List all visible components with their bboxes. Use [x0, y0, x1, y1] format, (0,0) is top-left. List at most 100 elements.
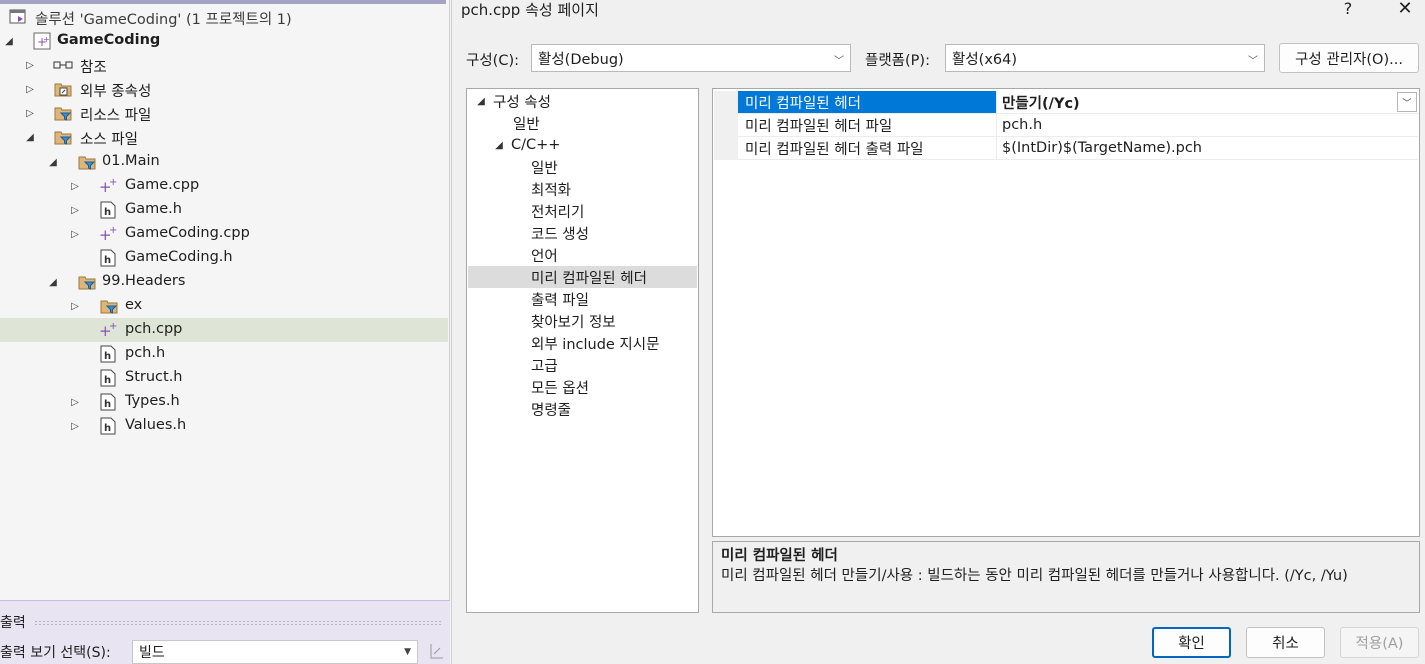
platform-label: 플랫폼(P):: [865, 53, 930, 69]
nav-item-cpp[interactable]: ◢ C/C++: [468, 134, 697, 156]
platform-value: 활성(x64): [952, 51, 1018, 68]
expand-arrow-icon[interactable]: ▷: [24, 77, 36, 101]
nav-item-language[interactable]: 언어: [468, 244, 697, 266]
collapse-arrow-icon[interactable]: ◢: [24, 125, 36, 149]
nav-item-configuration-properties[interactable]: ◢ 구성 속성: [468, 90, 697, 112]
chevron-down-icon: ﹀: [834, 56, 844, 67]
tree-item-file[interactable]: ▷ h Values.h: [0, 414, 448, 438]
tree-item-file[interactable]: h GameCoding.h: [0, 246, 448, 270]
nav-item-code-generation[interactable]: 코드 생성: [468, 222, 697, 244]
description-text: 미리 컴파일된 헤더 만들기/사용 : 빌드하는 동안 미리 컴파일된 헤더를 …: [721, 568, 1348, 584]
property-name[interactable]: 미리 컴파일된 헤더 파일: [738, 114, 996, 136]
nav-item-advanced[interactable]: 고급: [468, 354, 697, 376]
nav-item-all-options[interactable]: 모든 옵션: [468, 376, 697, 398]
nav-item-output-files[interactable]: 출력 파일: [468, 288, 697, 310]
filter-folder-icon: [54, 128, 72, 146]
collapse-arrow-icon[interactable]: ◢: [3, 29, 15, 53]
property-row-precompiled-header[interactable]: 미리 컴파일된 헤더 만들기(/Yc) ﹀: [714, 91, 1418, 114]
expand-arrow-icon[interactable]: ▷: [69, 174, 81, 198]
nav-item-label: 일반: [513, 116, 540, 133]
tree-item-file[interactable]: h Struct.h: [0, 366, 448, 390]
property-value[interactable]: 만들기(/Yc): [996, 91, 1416, 113]
property-name[interactable]: 미리 컴파일된 헤더 출력 파일: [738, 137, 996, 159]
tree-item-resource-files[interactable]: ▷ 리소스 파일: [0, 101, 448, 125]
apply-button[interactable]: 적용(A): [1340, 627, 1419, 658]
header-file-icon: h: [100, 201, 118, 219]
collapse-arrow-icon[interactable]: ◢: [493, 140, 505, 151]
expand-arrow-icon[interactable]: ▷: [24, 53, 36, 77]
tree-item-label: pch.cpp: [125, 321, 183, 337]
output-source-label: 출력 보기 선택(S):: [0, 645, 111, 661]
tree-item-folder-headers[interactable]: ◢ 99.Headers: [0, 270, 448, 294]
tree-item-file[interactable]: ▷ h Types.h: [0, 390, 448, 414]
ok-button[interactable]: 확인: [1152, 627, 1231, 658]
property-name[interactable]: 미리 컴파일된 헤더: [738, 91, 996, 113]
property-row-precompiled-header-file[interactable]: 미리 컴파일된 헤더 파일 pch.h: [714, 114, 1418, 137]
property-value[interactable]: $(IntDir)$(TargetName).pch: [996, 137, 1416, 159]
expand-arrow-icon[interactable]: ▷: [69, 390, 81, 414]
nav-item-general[interactable]: 일반: [468, 112, 697, 134]
help-button[interactable]: ?: [1339, 0, 1357, 18]
tree-item-file[interactable]: ▷ + + Game.cpp: [0, 174, 448, 198]
nav-item-label: 전처리기: [531, 204, 585, 221]
panel-top-border: [0, 0, 446, 4]
expand-arrow-icon[interactable]: ▷: [69, 198, 81, 222]
filter-folder-icon: [78, 153, 96, 171]
row-gutter: [714, 91, 738, 114]
expand-arrow-icon[interactable]: ▷: [69, 414, 81, 438]
tree-item-label: 참조: [80, 60, 107, 76]
nav-item-optimization[interactable]: 최적화: [468, 178, 697, 200]
nav-item-precompiled-headers[interactable]: 미리 컴파일된 헤더: [468, 266, 697, 288]
tree-item-folder-main[interactable]: ◢ 01.Main: [0, 150, 448, 174]
platform-select[interactable]: 활성(x64) ﹀: [945, 44, 1265, 72]
header-file-icon: h: [100, 393, 118, 411]
property-value[interactable]: pch.h: [996, 114, 1416, 136]
configuration-manager-button[interactable]: 구성 관리자(O)...: [1279, 43, 1419, 73]
collapse-arrow-icon[interactable]: ◢: [47, 150, 59, 174]
collapse-arrow-icon[interactable]: ◢: [475, 96, 487, 107]
expand-arrow-icon[interactable]: ▷: [69, 222, 81, 246]
nav-item-external-includes[interactable]: 외부 include 지시문: [468, 332, 697, 354]
nav-item-label: 일반: [531, 160, 558, 177]
tree-item-file[interactable]: h pch.h: [0, 342, 448, 366]
tree-item-solution[interactable]: 솔루션 'GameCoding' (1 프로젝트의 1): [0, 5, 448, 29]
nav-item-preprocessor[interactable]: 전처리기: [468, 200, 697, 222]
find-message-icon[interactable]: [428, 642, 448, 662]
nav-item-cpp-general[interactable]: 일반: [468, 156, 697, 178]
nav-item-label: 명령줄: [531, 402, 572, 419]
property-category-tree: ◢ 구성 속성 일반 ◢ C/C++ 일반 최적화 전처리기 코드 생성 언어 …: [466, 88, 699, 613]
nav-item-label: 언어: [531, 248, 558, 265]
tree-item-file-selected[interactable]: + + pch.cpp: [0, 318, 448, 342]
tree-item-folder-ex[interactable]: ▷ ex: [0, 294, 448, 318]
collapse-arrow-icon[interactable]: ◢: [47, 270, 59, 294]
nav-item-label: 출력 파일: [531, 292, 589, 309]
svg-text:h: h: [104, 399, 111, 410]
tree-item-file[interactable]: ▷ + + GameCoding.cpp: [0, 222, 448, 246]
cancel-button[interactable]: 취소: [1246, 627, 1325, 658]
tree-item-project[interactable]: ◢ + + GameCoding: [0, 29, 448, 53]
tree-item-source-files[interactable]: ◢ 소스 파일: [0, 125, 448, 149]
property-grid: 미리 컴파일된 헤더 만들기(/Yc) ﹀ 미리 컴파일된 헤더 파일 pch.…: [712, 88, 1420, 537]
output-source-select[interactable]: 빌드 ▼: [132, 640, 418, 664]
svg-text:+: +: [109, 225, 117, 236]
tree-item-file[interactable]: ▷ h Game.h: [0, 198, 448, 222]
property-description: 미리 컴파일된 헤더 미리 컴파일된 헤더 만들기/사용 : 빌드하는 동안 미…: [712, 541, 1420, 613]
panel-drag-grip[interactable]: [34, 620, 442, 626]
row-gutter: [714, 137, 738, 160]
chevron-down-icon[interactable]: ﹀: [1397, 92, 1417, 112]
close-button[interactable]: ✕: [1394, 0, 1416, 19]
expand-arrow-icon[interactable]: ▷: [24, 101, 36, 125]
tree-item-external-dependencies[interactable]: ▷ 외부 종속성: [0, 77, 448, 101]
solution-explorer: 솔루션 'GameCoding' (1 프로젝트의 1) ◢ + + GameCo…: [0, 0, 450, 600]
nav-item-browse-information[interactable]: 찾아보기 정보: [468, 310, 697, 332]
tree-item-references[interactable]: ▷ 참조: [0, 53, 448, 77]
property-row-precompiled-header-output[interactable]: 미리 컴파일된 헤더 출력 파일 $(IntDir)$(TargetName).…: [714, 137, 1418, 160]
header-file-icon: h: [100, 249, 118, 267]
configuration-label: 구성(C):: [466, 53, 520, 69]
solution-icon: [9, 8, 27, 26]
row-gutter: [714, 114, 738, 137]
configuration-select[interactable]: 활성(Debug) ﹀: [531, 44, 851, 72]
nav-item-label: 모든 옵션: [531, 380, 589, 397]
nav-item-command-line[interactable]: 명령줄: [468, 398, 697, 420]
expand-arrow-icon[interactable]: ▷: [69, 294, 81, 318]
